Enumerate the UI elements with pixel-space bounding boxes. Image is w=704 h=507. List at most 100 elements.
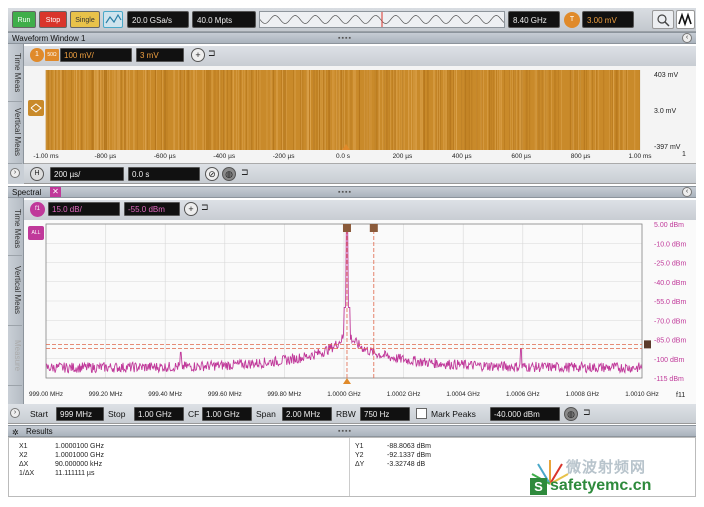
sample-rate-readout[interactable]: 20.0 GSa/s bbox=[127, 11, 189, 28]
spectral-x-tick-label: 1.0004 GHz bbox=[446, 391, 480, 398]
horizontal-knob-button[interactable]: ◍ bbox=[222, 167, 236, 181]
drag-grip-icon[interactable]: ▪▪▪▪ bbox=[338, 33, 352, 44]
spectral-x-tick-label: 1.0000 GHz bbox=[327, 391, 361, 398]
waveform-x-tick-label: 0.0 s bbox=[336, 153, 351, 160]
pin-icon[interactable]: ⊐ bbox=[201, 202, 209, 213]
waveform-window-title: Waveform Window 1 bbox=[12, 34, 86, 43]
magnifier-icon bbox=[657, 14, 670, 27]
horizontal-badge[interactable]: H bbox=[30, 167, 44, 181]
result-row: ΔX 90.000000 kHz bbox=[19, 460, 104, 469]
result-row: X2 1.0001000 GHz bbox=[19, 451, 104, 460]
start-frequency-field[interactable]: 999 MHz bbox=[56, 407, 104, 421]
spectral-y-tick-label: -100 dBm bbox=[654, 357, 685, 364]
waveform-x-tick-label: 200 µs bbox=[393, 153, 413, 160]
spectral-plot[interactable]: 5.00 dBm -10.0 dBm -25.0 dBm -40.0 dBm -55.0… bbox=[24, 220, 696, 404]
result-row: Y2 -92.1337 dBm bbox=[355, 451, 431, 460]
mark-peaks-threshold-field[interactable]: -40.000 dBm bbox=[490, 407, 560, 421]
span-label: Span bbox=[256, 409, 276, 419]
spectral-x-tick-label: 999.20 MHz bbox=[89, 391, 123, 398]
waveform-overview[interactable] bbox=[259, 11, 505, 28]
time-per-div-field[interactable]: 200 µs/ bbox=[50, 167, 124, 181]
waveform-x-tick-label: 800 µs bbox=[571, 153, 591, 160]
autoscale-button[interactable] bbox=[103, 11, 123, 28]
autoscale-icon bbox=[105, 13, 122, 24]
pin-icon[interactable]: ⊐ bbox=[241, 167, 249, 178]
spectral-x-tick-label: 1.0008 GHz bbox=[566, 391, 600, 398]
span-field[interactable]: 2.00 MHz bbox=[282, 407, 332, 421]
zoom-button[interactable] bbox=[652, 10, 674, 29]
add-math-button[interactable]: + bbox=[184, 202, 198, 216]
vertical-scale-field[interactable]: 100 mV/ bbox=[60, 48, 132, 62]
single-button[interactable]: Single bbox=[70, 11, 100, 28]
vertical-offset-field[interactable]: 3 mV bbox=[136, 48, 184, 62]
stop-frequency-field[interactable]: 1.00 GHz bbox=[134, 407, 184, 421]
drag-grip-icon[interactable]: ▪▪▪▪ bbox=[338, 426, 352, 437]
trigger-badge[interactable]: T bbox=[564, 12, 580, 28]
center-frequency-marker bbox=[342, 378, 351, 384]
result-value: 11.111111 µs bbox=[55, 470, 95, 477]
spectral-y-tick-label: -40.0 dBm bbox=[654, 280, 686, 287]
drag-grip-icon[interactable]: ▪▪▪▪ bbox=[338, 187, 352, 198]
trigger-level-readout[interactable]: 3.00 mV bbox=[582, 11, 634, 28]
impedance-badge[interactable]: 50Ω bbox=[45, 49, 59, 61]
close-icon[interactable]: ✕ bbox=[50, 187, 61, 197]
run-button[interactable]: Run bbox=[12, 11, 36, 28]
ground-reference-marker[interactable] bbox=[28, 100, 44, 116]
marker-x2-handle bbox=[369, 224, 378, 232]
tab-measure[interactable]: Measure bbox=[8, 326, 22, 386]
tab-vertical-meas[interactable]: Vertical Meas bbox=[8, 102, 22, 164]
spectral-window-header[interactable]: Spectral ✕ ▪▪▪▪ ‹ bbox=[8, 186, 696, 198]
result-value: -88.8063 dBm bbox=[387, 443, 431, 450]
result-label: ΔY bbox=[355, 461, 365, 468]
spectral-side-tabs: Time Meas Vertical Meas Measure bbox=[8, 198, 24, 404]
spectral-x-tick-label: 1.0010 GHz bbox=[625, 391, 659, 398]
chevron-left-icon[interactable]: › bbox=[10, 168, 20, 178]
channel-1-badge[interactable]: 1 bbox=[30, 48, 44, 62]
time-reference-button[interactable]: ⊘ bbox=[205, 167, 219, 181]
mark-peaks-checkbox[interactable] bbox=[416, 408, 427, 419]
center-frequency-label: CF bbox=[188, 409, 200, 419]
tab-time-meas[interactable]: Time Meas bbox=[8, 44, 22, 102]
result-value: 1.0000100 GHz bbox=[55, 443, 105, 450]
stop-button[interactable]: Stop bbox=[39, 11, 67, 28]
chevron-left-icon[interactable]: › bbox=[10, 408, 20, 418]
waveform-window-header[interactable]: Waveform Window 1 ▪▪▪▪ ‹ bbox=[8, 32, 696, 44]
collapse-icon[interactable]: ‹ bbox=[682, 33, 692, 43]
pin-icon[interactable]: ⊐ bbox=[208, 48, 220, 62]
spectral-x-tick-label: 999.80 MHz bbox=[267, 391, 301, 398]
memory-depth-readout[interactable]: 40.0 Mpts bbox=[192, 11, 256, 28]
center-frequency-field[interactable]: 1.00 GHz bbox=[202, 407, 252, 421]
rbw-field[interactable]: 750 Hz bbox=[360, 407, 410, 421]
acquisition-toolbar: Run Stop Single 20.0 GSa/s 40.0 Mpts 8.4… bbox=[8, 8, 696, 32]
spectral-reference-field[interactable]: -55.0 dBm bbox=[124, 202, 180, 216]
watermark-cn-text: 微波射频网 bbox=[566, 459, 647, 476]
frequency-control-bar: › Start 999 MHz Stop 1.00 GHz CF 1.00 GH… bbox=[8, 404, 696, 424]
collapse-icon[interactable]: ‹ bbox=[682, 187, 692, 197]
logo-button[interactable] bbox=[676, 10, 695, 29]
waveform-y-tick-label: 3.0 mV bbox=[654, 108, 677, 115]
waveform-x-tick-label: 400 µs bbox=[452, 153, 472, 160]
spectral-y-tick-label: -25.0 dBm bbox=[654, 261, 686, 268]
spectral-scale-field[interactable]: 15.0 dB/ bbox=[48, 202, 120, 216]
ground-icon bbox=[30, 103, 42, 113]
spectral-y-tick-label: -10.0 dBm bbox=[654, 241, 686, 248]
results-header[interactable]: ✲ Results ▪▪▪▪ bbox=[8, 425, 696, 437]
pin-icon[interactable]: ⊐ bbox=[583, 407, 591, 418]
math-side-badge[interactable]: ALL bbox=[28, 226, 44, 240]
result-label: X1 bbox=[19, 443, 28, 450]
tab-vertical-meas[interactable]: Vertical Meas bbox=[8, 256, 22, 326]
result-label: ΔX bbox=[19, 461, 29, 468]
waveform-y-tick-label: 403 mV bbox=[654, 72, 678, 79]
tab-time-meas[interactable]: Time Meas bbox=[8, 202, 22, 256]
waveform-plot[interactable]: 403 mV 3.0 mV -397 mV -1.00 ms -800 µs -600 … bbox=[24, 66, 696, 164]
scroll-left-button[interactable]: › bbox=[8, 164, 24, 184]
results-title: Results bbox=[26, 427, 53, 436]
math-function-badge[interactable]: f1 bbox=[30, 202, 45, 217]
time-position-field[interactable]: 0.0 s bbox=[128, 167, 200, 181]
center-frequency-readout[interactable]: 8.40 GHz bbox=[508, 11, 560, 28]
result-value: 90.000000 kHz bbox=[55, 461, 103, 468]
add-channel-button[interactable]: + bbox=[191, 48, 205, 62]
result-value: -3.32748 dB bbox=[387, 461, 426, 468]
spectral-x-tick-label: 1.0002 GHz bbox=[387, 391, 421, 398]
threshold-knob-button[interactable]: ◍ bbox=[564, 407, 578, 421]
